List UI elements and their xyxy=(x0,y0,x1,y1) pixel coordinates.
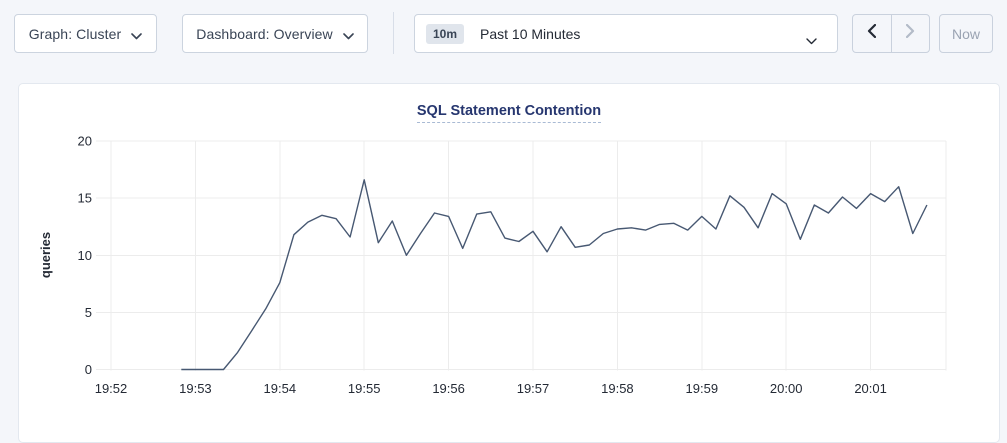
time-forward-button[interactable] xyxy=(892,15,930,52)
x-tick-label: 20:01 xyxy=(854,381,887,396)
time-range-selector[interactable]: 10m Past 10 Minutes xyxy=(414,14,838,53)
y-tick-label: 0 xyxy=(85,362,92,377)
time-back-button[interactable] xyxy=(853,15,892,52)
dashboard-dropdown-label: Dashboard: Overview xyxy=(196,26,333,42)
x-tick-label: 19:56 xyxy=(432,381,465,396)
dashboard-dropdown[interactable]: Dashboard: Overview xyxy=(182,14,368,53)
y-axis-title: queries xyxy=(38,232,53,278)
x-tick-label: 19:59 xyxy=(686,381,719,396)
y-tick-label: 15 xyxy=(78,191,92,206)
x-tick-label: 19:54 xyxy=(264,381,297,396)
now-button[interactable]: Now xyxy=(939,14,993,53)
chevron-right-icon xyxy=(906,24,915,43)
chart-plot-area[interactable]: 0 5 10 15 20 19:52 19:53 19:54 19:55 19:56 19:57 19… xyxy=(19,132,1001,432)
y-tick-label: 20 xyxy=(78,134,92,149)
chart-card: SQL Statement Contention 0 5 10 15 20 19:52 19… xyxy=(18,83,1000,443)
x-tick-label: 19:58 xyxy=(601,381,634,396)
x-tick-label: 19:53 xyxy=(179,381,212,396)
time-range-badge: 10m xyxy=(426,24,464,44)
chevron-down-icon xyxy=(131,27,142,43)
series-line xyxy=(181,180,927,370)
x-tick-label: 19:55 xyxy=(348,381,381,396)
x-tick-label: 19:57 xyxy=(517,381,550,396)
graph-dropdown[interactable]: Graph: Cluster xyxy=(14,14,157,53)
line-chart-svg: 0 5 10 15 20 19:52 19:53 19:54 19:55 19:56 19:57 19… xyxy=(19,132,1001,432)
x-tick-label: 19:52 xyxy=(95,381,128,396)
time-range-label: Past 10 Minutes xyxy=(480,26,580,42)
x-tick-label: 20:00 xyxy=(770,381,803,396)
time-step-button-group xyxy=(852,14,930,53)
y-tick-label: 5 xyxy=(85,305,92,320)
chart-title[interactable]: SQL Statement Contention xyxy=(417,103,601,123)
y-tick-label: 10 xyxy=(78,248,92,263)
chevron-down-icon xyxy=(343,27,354,43)
toolbar-divider xyxy=(393,12,394,54)
chevron-left-icon xyxy=(867,24,876,43)
graph-dropdown-label: Graph: Cluster xyxy=(29,26,121,42)
chevron-down-icon xyxy=(806,32,817,50)
chart-title-row: SQL Statement Contention xyxy=(19,102,999,123)
